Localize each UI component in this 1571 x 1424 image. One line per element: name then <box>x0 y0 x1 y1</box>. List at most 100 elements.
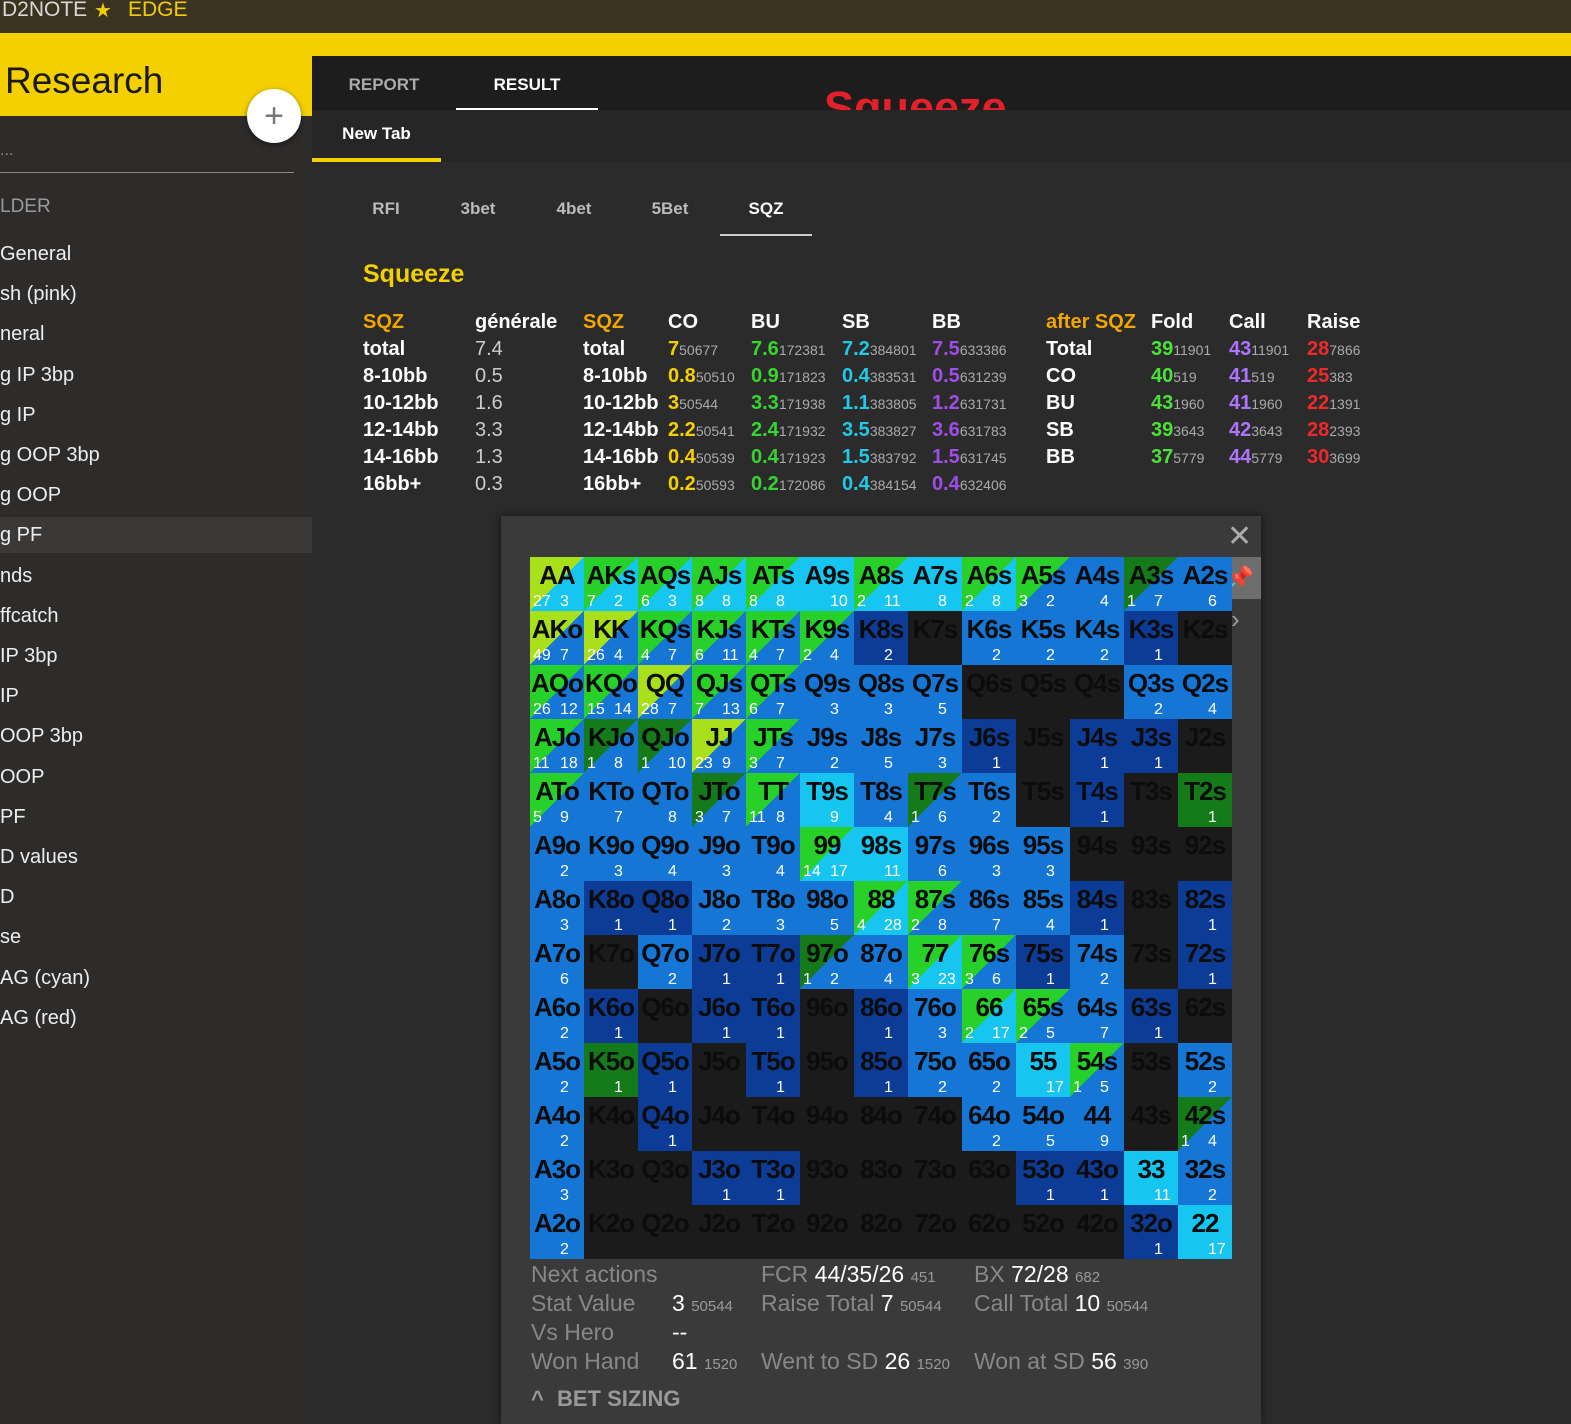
hand-cell[interactable]: 65s 2 5 <box>1016 989 1070 1043</box>
hand-cell[interactable]: A9s 10 <box>800 557 854 611</box>
hand-cell[interactable]: QJo 1 10 <box>638 719 692 773</box>
hand-cell[interactable]: 72o <box>908 1205 962 1259</box>
hand-cell[interactable]: J7o 1 <box>692 935 746 989</box>
hand-cell[interactable]: A4s 4 <box>1070 557 1124 611</box>
hand-cell[interactable]: Q6s <box>962 665 1016 719</box>
hand-cell[interactable]: 86s 7 <box>962 881 1016 935</box>
hand-cell[interactable]: A6s 2 8 <box>962 557 1016 611</box>
hand-cell[interactable]: J5s <box>1016 719 1070 773</box>
hand-cell[interactable]: J3s 1 <box>1124 719 1178 773</box>
sidebar-item[interactable]: IP <box>0 678 312 714</box>
hand-cell[interactable]: 83o <box>854 1151 908 1205</box>
hand-cell[interactable]: 96s 3 <box>962 827 1016 881</box>
sidebar-item[interactable]: g IP <box>0 397 312 433</box>
hand-cell[interactable]: 62s <box>1178 989 1232 1043</box>
hand-cell[interactable]: 66 2 17 <box>962 989 1016 1043</box>
hand-cell[interactable]: KQo 15 14 <box>584 665 638 719</box>
hand-cell[interactable]: 97s 6 <box>908 827 962 881</box>
hand-cell[interactable]: K6o 1 <box>584 989 638 1043</box>
hand-cell[interactable]: JTo 3 7 <box>692 773 746 827</box>
hand-cell[interactable]: K7o <box>584 935 638 989</box>
hand-cell[interactable]: Q3s 2 <box>1124 665 1178 719</box>
hand-cell[interactable]: QTs 6 7 <box>746 665 800 719</box>
hand-cell[interactable]: A5o 2 <box>530 1043 584 1097</box>
hand-cell[interactable]: A6o 2 <box>530 989 584 1043</box>
hand-cell[interactable]: 73o <box>908 1151 962 1205</box>
hand-cell[interactable]: 82s 1 <box>1178 881 1232 935</box>
sidebar-item[interactable]: g OOP 3bp <box>0 437 312 473</box>
sidebar-item[interactable]: se <box>0 919 312 955</box>
hand-cell[interactable]: Q9o 4 <box>638 827 692 881</box>
hand-cell[interactable]: 52o <box>1016 1205 1070 1259</box>
hand-cell[interactable]: T2o <box>746 1205 800 1259</box>
tab-result[interactable]: RESULT <box>456 56 598 111</box>
hand-cell[interactable]: 22 17 <box>1178 1205 1232 1259</box>
hand-cell[interactable]: 33 11 <box>1124 1151 1178 1205</box>
hand-cell[interactable]: A2s 6 <box>1178 557 1232 611</box>
close-icon[interactable]: ✕ <box>1227 522 1252 552</box>
hand-cell[interactable]: J8o 2 <box>692 881 746 935</box>
hand-cell[interactable]: 73s <box>1124 935 1178 989</box>
hand-cell[interactable]: J9o 3 <box>692 827 746 881</box>
hand-cell[interactable]: 75o 2 <box>908 1043 962 1097</box>
hand-cell[interactable]: K3s 1 <box>1124 611 1178 665</box>
hand-cell[interactable]: 52s 2 <box>1178 1043 1232 1097</box>
hand-cell[interactable]: 83s <box>1124 881 1178 935</box>
hand-cell[interactable]: J6s 1 <box>962 719 1016 773</box>
hand-cell[interactable]: 84s 1 <box>1070 881 1124 935</box>
hand-cell[interactable]: QJs 7 13 <box>692 665 746 719</box>
hand-cell[interactable]: 93o <box>800 1151 854 1205</box>
hand-cell[interactable]: 74s 2 <box>1070 935 1124 989</box>
hand-cell[interactable]: 63o <box>962 1151 1016 1205</box>
hand-cell[interactable]: 93s <box>1124 827 1178 881</box>
hand-cell[interactable]: 84o <box>854 1097 908 1151</box>
hand-cell[interactable]: Q4s <box>1070 665 1124 719</box>
edge-label[interactable]: EDGE <box>128 0 188 22</box>
bet-sizing-toggle[interactable]: ^ BET SIZING <box>531 1386 680 1412</box>
hand-cell[interactable]: J3o 1 <box>692 1151 746 1205</box>
hand-cell[interactable]: K9o 3 <box>584 827 638 881</box>
hand-cell[interactable]: Q3o <box>638 1151 692 1205</box>
hand-cell[interactable]: T3o 1 <box>746 1151 800 1205</box>
hand-cell[interactable]: A8o 3 <box>530 881 584 935</box>
hand-cell[interactable]: 82o <box>854 1205 908 1259</box>
hand-cell[interactable]: 72s 1 <box>1178 935 1232 989</box>
hand-cell[interactable]: 54s 1 5 <box>1070 1043 1124 1097</box>
hand-cell[interactable]: J7s 3 <box>908 719 962 773</box>
hand-cell[interactable]: KTo 7 <box>584 773 638 827</box>
hand-cell[interactable]: Q8o 1 <box>638 881 692 935</box>
hand-cell[interactable]: AQs 6 3 <box>638 557 692 611</box>
hand-cell[interactable]: 65o 2 <box>962 1043 1016 1097</box>
hand-cell[interactable]: A7s 8 <box>908 557 962 611</box>
hand-cell[interactable]: 43s <box>1124 1097 1178 1151</box>
hand-cell[interactable]: ATs 8 8 <box>746 557 800 611</box>
hand-cell[interactable]: KJo 1 8 <box>584 719 638 773</box>
hand-cell[interactable]: 97o 1 2 <box>800 935 854 989</box>
hand-cell[interactable]: AQo 26 12 <box>530 665 584 719</box>
tab-5bet[interactable]: 5Bet <box>634 194 706 234</box>
hand-cell[interactable]: 55 17 <box>1016 1043 1070 1097</box>
sidebar-item[interactable]: IP 3bp <box>0 638 312 674</box>
tab-new-tab[interactable]: New Tab <box>312 110 441 162</box>
hand-cell[interactable]: 75s 1 <box>1016 935 1070 989</box>
hand-cell[interactable]: A3o 3 <box>530 1151 584 1205</box>
hand-cell[interactable]: 42s 1 4 <box>1178 1097 1232 1151</box>
hand-cell[interactable]: J9s 2 <box>800 719 854 773</box>
hand-cell[interactable]: K8s 2 <box>854 611 908 665</box>
hand-cell[interactable]: 43o 1 <box>1070 1151 1124 1205</box>
hand-cell[interactable]: 32o 1 <box>1124 1205 1178 1259</box>
hand-cell[interactable]: 85o 1 <box>854 1043 908 1097</box>
hand-cell[interactable]: K8o 1 <box>584 881 638 935</box>
hand-cell[interactable]: Q6o <box>638 989 692 1043</box>
hand-cell[interactable]: QTo 8 <box>638 773 692 827</box>
hand-cell[interactable]: 64s 7 <box>1070 989 1124 1043</box>
hand-cell[interactable]: KQs 4 7 <box>638 611 692 665</box>
hand-cell[interactable]: KJs 6 11 <box>692 611 746 665</box>
hand-cell[interactable]: T4o <box>746 1097 800 1151</box>
sidebar-item[interactable]: General <box>0 236 312 272</box>
hand-cell[interactable]: T6o 1 <box>746 989 800 1043</box>
hand-cell[interactable]: 99 14 17 <box>800 827 854 881</box>
sidebar-item[interactable]: neral <box>0 316 312 352</box>
hand-cell[interactable]: 63s 1 <box>1124 989 1178 1043</box>
hand-cell[interactable]: ATo 5 9 <box>530 773 584 827</box>
